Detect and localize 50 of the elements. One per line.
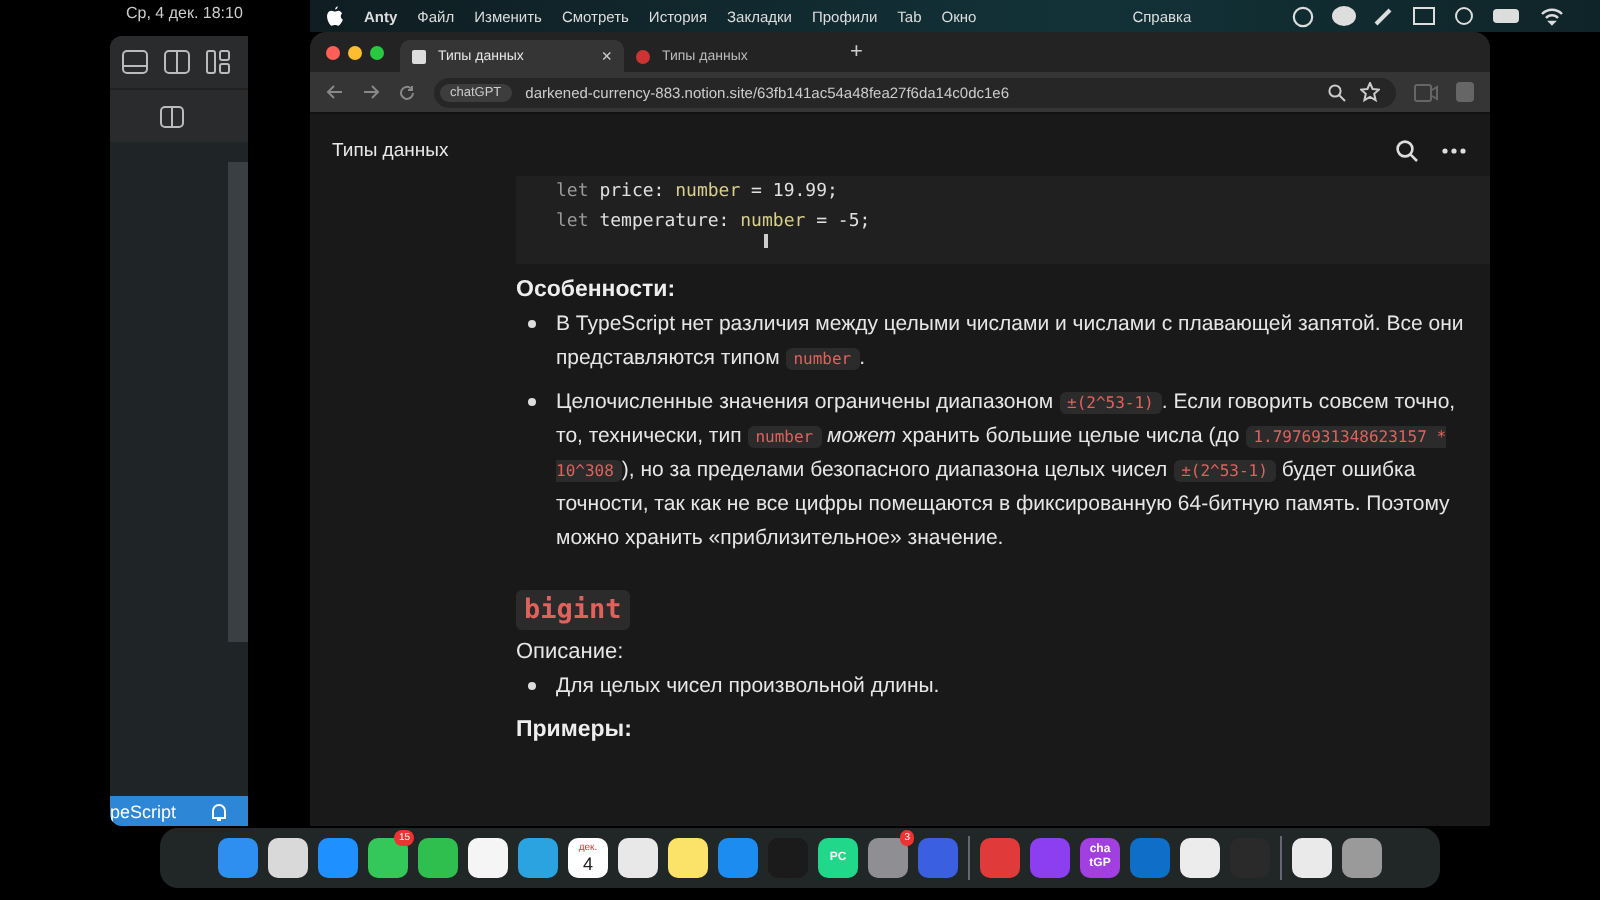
bullet-icon — [528, 682, 536, 690]
pen-icon[interactable] — [1374, 6, 1394, 26]
section-heading: Примеры: — [516, 718, 634, 742]
app-icon[interactable] — [1180, 838, 1220, 878]
code-heading: bigint — [516, 590, 630, 630]
minimize-window-button[interactable] — [348, 45, 362, 59]
split-panel-icon[interactable] — [160, 105, 184, 127]
reload-icon[interactable] — [398, 83, 416, 101]
page-title[interactable]: Типы данных — [332, 140, 449, 162]
app-icon[interactable] — [268, 838, 308, 878]
paragraph: Для целых чисел произвольной длины. — [556, 672, 942, 702]
app-icon[interactable] — [468, 838, 508, 878]
zoom-window-button[interactable] — [370, 45, 384, 59]
star-icon[interactable] — [1360, 82, 1380, 102]
layout-icon[interactable] — [206, 50, 230, 74]
panel-bottom-icon[interactable] — [122, 50, 148, 74]
section-label: Описание: — [516, 640, 626, 664]
split-panel-icon[interactable] — [164, 50, 190, 74]
app-icon[interactable] — [668, 838, 708, 878]
code-line: let price: number = 19.99; — [556, 180, 840, 206]
app-icon[interactable] — [368, 838, 408, 878]
bell-icon[interactable] — [210, 801, 228, 821]
paragraph: В TypeScript нет различия между целыми числами и числами с плавающей запятой. Все они представляются типом number . — [556, 310, 1466, 374]
back-icon[interactable] — [326, 84, 344, 100]
display-icon[interactable] — [1412, 6, 1436, 26]
more-icon[interactable] — [1442, 148, 1466, 154]
code-line: let temperature: number = -5; — [556, 210, 873, 236]
app-icon[interactable] — [618, 838, 658, 878]
apple-icon[interactable] — [326, 5, 344, 27]
section-heading: Особенности: — [516, 278, 678, 302]
app-icon[interactable] — [418, 838, 458, 878]
paragraph: Целочисленные значения ограничены диапазоном ±(2^53-1) . Если говорить совсем точно, то, технически, тип number может хранить большие целые числа (до 1.7976931348623157 * 10^308 ), но за пределами безопасного диапазона целых чисел ±(2^53-1) будет ошибка точности, так как не все цифры помещаются в фиксированную 64-битную память. Поэтому можно хранить «приблизительное» значение. — [556, 388, 1458, 554]
forward-icon[interactable] — [362, 84, 380, 100]
search-icon[interactable] — [1396, 140, 1418, 162]
zoom-icon[interactable] — [1328, 83, 1346, 101]
battery-icon[interactable] — [1492, 8, 1522, 24]
bullet-icon — [528, 320, 536, 328]
close-tab-button[interactable]: × — [601, 46, 612, 66]
wifi-icon[interactable] — [1540, 7, 1564, 25]
clock-text: Ср, 4 дек. 18:10 — [126, 4, 243, 22]
bullet-icon — [528, 398, 536, 406]
document-icon — [412, 49, 426, 63]
text-cursor-icon — [764, 234, 768, 248]
page-icon — [636, 49, 650, 63]
close-window-button[interactable] — [326, 45, 340, 59]
new-tab-button[interactable]: + — [850, 40, 863, 64]
language-label[interactable]: peScript — [110, 801, 177, 821]
scrollbar[interactable] — [228, 162, 248, 642]
app-icon[interactable] — [1292, 838, 1332, 878]
chat-bubble-icon[interactable] — [1332, 6, 1356, 26]
